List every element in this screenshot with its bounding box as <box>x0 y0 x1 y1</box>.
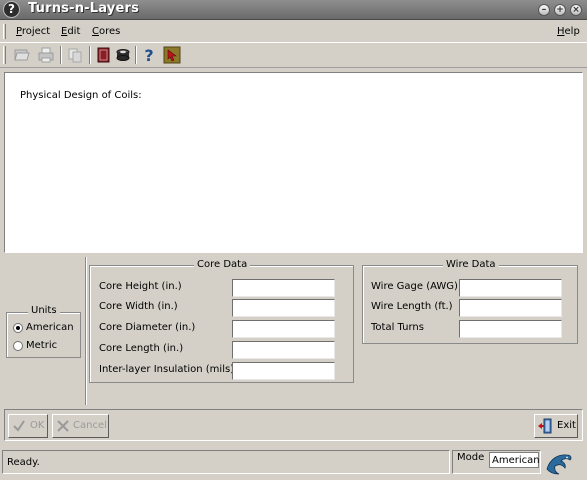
file-open-icon[interactable] <box>12 45 32 65</box>
wire-gage-label: Wire Gage (AWG) <box>371 281 458 292</box>
metric-radio[interactable] <box>13 341 23 351</box>
ok-button[interactable]: OK <box>8 414 48 438</box>
wire-gage-input[interactable] <box>459 279 562 297</box>
exit-button-label: Exit <box>557 420 576 431</box>
cursor-icon[interactable] <box>162 45 182 65</box>
status-panel: Ready. <box>2 450 450 474</box>
core-width-input[interactable] <box>232 299 335 317</box>
mode-label: Mode <box>457 452 485 463</box>
mode-panel: Mode American <box>452 450 541 474</box>
help-icon[interactable]: ? <box>139 45 159 65</box>
menu-cores[interactable]: Cores <box>92 26 120 37</box>
core-width-label: Core Width (in.) <box>99 301 178 312</box>
close-button[interactable]: × <box>570 4 582 16</box>
panel-divider <box>85 257 87 405</box>
cancel-icon <box>57 420 69 432</box>
svg-text:?: ? <box>144 46 153 65</box>
cancel-button-label: Cancel <box>73 420 107 431</box>
wire-data-title: Wire Data <box>443 259 499 270</box>
print-icon[interactable] <box>36 45 56 65</box>
maximize-button[interactable]: + <box>554 4 566 16</box>
american-radio[interactable] <box>13 323 23 333</box>
menu-project[interactable]: Project <box>16 26 50 37</box>
exit-button[interactable]: Exit <box>534 414 578 438</box>
menu-bar: Project Edit Cores Help <box>0 21 587 42</box>
total-turns-input[interactable] <box>459 320 562 338</box>
wire-length-label: Wire Length (ft.) <box>371 301 453 312</box>
question-mark-icon[interactable]: ? <box>3 1 20 18</box>
units-group <box>6 312 81 358</box>
copy-icon[interactable] <box>65 45 85 65</box>
cancel-button[interactable]: Cancel <box>52 414 109 438</box>
minimize-button[interactable]: – <box>538 4 550 16</box>
toolbar-separator <box>135 46 137 64</box>
wire-length-input[interactable] <box>459 299 562 317</box>
menu-help[interactable]: Help <box>557 26 580 37</box>
menu-edit[interactable]: Edit <box>61 26 80 37</box>
menu-grip[interactable] <box>3 24 6 39</box>
book-icon[interactable] <box>94 45 114 65</box>
toolbar-separator <box>89 46 91 64</box>
units-group-title: Units <box>28 305 60 316</box>
design-text-area[interactable]: Physical Design of Coils: <box>4 72 583 253</box>
dolphin-logo-icon <box>544 449 574 477</box>
core-height-label: Core Height (in.) <box>99 281 182 292</box>
ok-button-label: OK <box>30 420 45 431</box>
status-text: Ready. <box>7 457 40 468</box>
design-heading: Physical Design of Coils: <box>20 90 142 101</box>
core-length-label: Core Length (in.) <box>99 343 184 354</box>
total-turns-label: Total Turns <box>371 322 424 333</box>
toolbar-separator <box>60 46 62 64</box>
toolbar-grip[interactable] <box>3 46 6 64</box>
title-bar: ? Turns-n-Layers – + × <box>0 0 587 20</box>
exit-door-icon <box>538 418 552 434</box>
insulation-input[interactable] <box>232 362 335 380</box>
core-height-input[interactable] <box>232 279 335 297</box>
core-data-title: Core Data <box>194 259 251 270</box>
window-title: Turns-n-Layers <box>28 1 140 16</box>
core-diameter-input[interactable] <box>232 320 335 338</box>
metric-radio-label[interactable]: Metric <box>26 340 57 351</box>
core-diameter-label: Core Diameter (in.) <box>99 322 196 333</box>
toolbar: ? <box>0 42 587 68</box>
core-length-input[interactable] <box>232 341 335 359</box>
check-icon <box>13 420 25 432</box>
american-radio-label[interactable]: American <box>26 322 74 333</box>
insulation-label: Inter-layer Insulation (mils) <box>99 364 235 375</box>
core-icon[interactable] <box>113 45 133 65</box>
mode-value: American <box>489 452 540 468</box>
